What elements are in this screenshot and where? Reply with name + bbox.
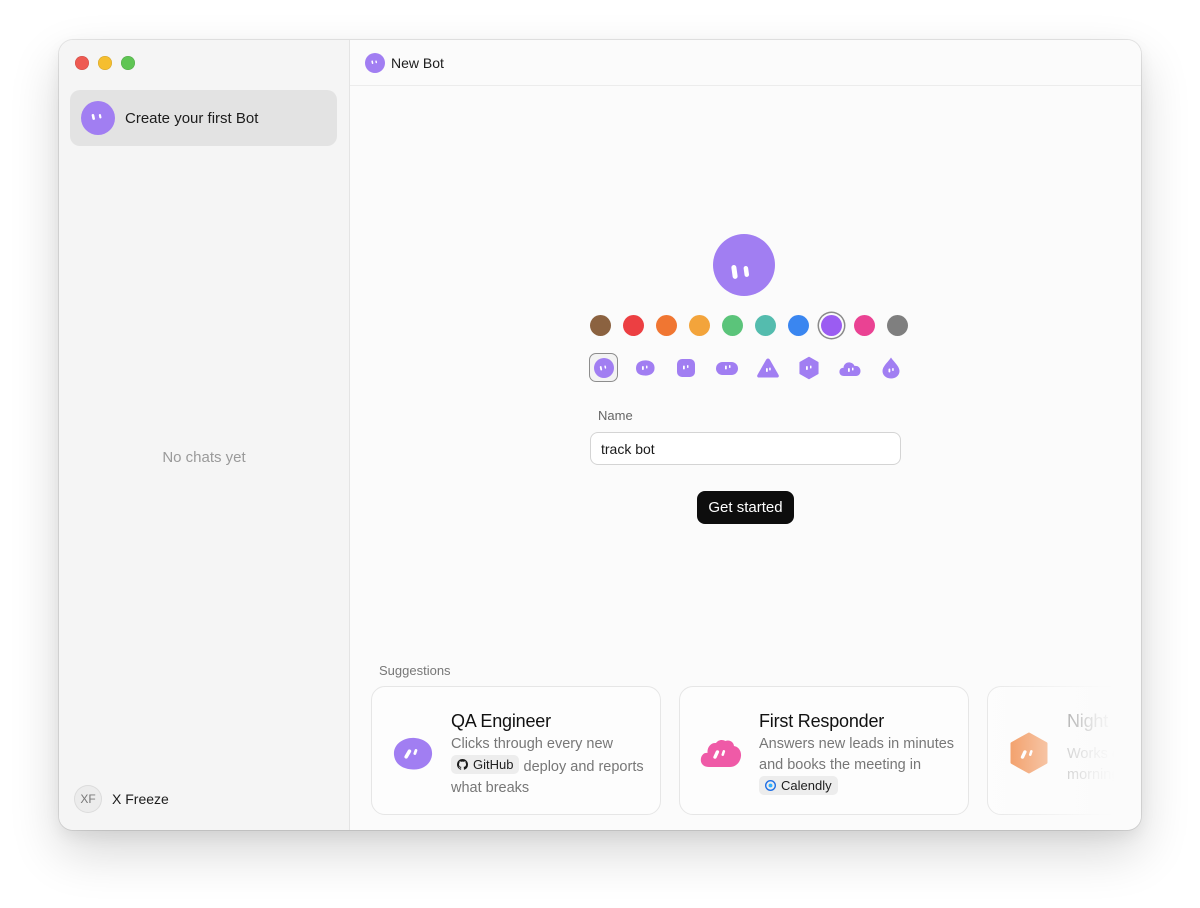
description-text: Clicks through every new bbox=[451, 736, 613, 752]
color-picker bbox=[590, 315, 908, 336]
suggestion-title: First Responder bbox=[759, 711, 885, 731]
app-window: Create your first Bot No chats yet XF X … bbox=[59, 40, 1141, 830]
suggestion-card-qa-engineer[interactable]: QA Engineer Clicks through every new Git… bbox=[371, 686, 661, 815]
suggestion-card-night-shift[interactable]: Night Shift Works overnight so your morn… bbox=[987, 686, 1115, 815]
shape-option-pill[interactable] bbox=[712, 353, 741, 382]
color-swatch-purple[interactable] bbox=[821, 315, 842, 336]
suggestion-description: Works overnight so your morning starts c… bbox=[1067, 746, 1115, 783]
suggestion-title: QA Engineer bbox=[451, 711, 551, 731]
color-swatch-brown[interactable] bbox=[590, 315, 611, 336]
suggestion-card-first-responder[interactable]: First Responder Answers new leads in min… bbox=[679, 686, 969, 815]
hexagon-shape-icon bbox=[798, 356, 819, 379]
maximize-window-button[interactable] bbox=[121, 56, 135, 70]
shape-picker bbox=[589, 353, 905, 382]
shape-option-cloud[interactable] bbox=[835, 353, 864, 382]
suggestions-heading: Suggestions bbox=[379, 663, 451, 678]
empty-chats-text: No chats yet bbox=[162, 449, 246, 466]
bot-avatar-icon bbox=[81, 101, 115, 135]
chip-label: Calendly bbox=[781, 778, 832, 793]
suggestion-title: Night Shift bbox=[1067, 711, 1115, 731]
bot-name-input[interactable] bbox=[590, 432, 901, 465]
color-swatch-amber[interactable] bbox=[689, 315, 710, 336]
shape-option-blob[interactable] bbox=[630, 353, 659, 382]
blob-bot-icon bbox=[393, 737, 433, 770]
color-swatch-green[interactable] bbox=[722, 315, 743, 336]
color-swatch-pink[interactable] bbox=[854, 315, 875, 336]
color-swatch-teal[interactable] bbox=[755, 315, 776, 336]
bot-preview-avatar-icon bbox=[713, 234, 775, 296]
bot-avatar-icon bbox=[365, 52, 385, 73]
color-swatch-gray[interactable] bbox=[887, 315, 908, 336]
chip-label: GitHub bbox=[473, 757, 514, 772]
suggestions-carousel[interactable]: QA Engineer Clicks through every new Git… bbox=[371, 685, 1115, 817]
user-profile[interactable]: XF X Freeze bbox=[74, 785, 169, 813]
shape-option-drop[interactable] bbox=[876, 353, 905, 382]
circle-shape-icon bbox=[593, 357, 614, 378]
drop-shape-icon bbox=[882, 357, 899, 378]
name-field-label: Name bbox=[598, 408, 633, 423]
shape-option-triangle[interactable] bbox=[753, 353, 782, 382]
suggestion-description: Clicks through every new GitHub deploy a… bbox=[451, 734, 647, 799]
get-started-button[interactable]: Get started bbox=[697, 491, 794, 524]
shape-option-circle[interactable] bbox=[589, 353, 618, 382]
sidebar: Create your first Bot No chats yet XF X … bbox=[59, 40, 350, 830]
page-title: New Bot bbox=[391, 54, 444, 71]
hexagon-bot-icon bbox=[1010, 732, 1048, 774]
cloud-bot-icon bbox=[700, 739, 742, 767]
calendly-integration-chip: Calendly bbox=[759, 776, 838, 795]
title-bar: New Bot bbox=[350, 40, 1141, 86]
github-integration-chip: GitHub bbox=[451, 755, 520, 774]
user-avatar: XF bbox=[74, 785, 102, 813]
github-icon bbox=[457, 759, 468, 770]
color-swatch-orange[interactable] bbox=[656, 315, 677, 336]
description-text: Answers new leads in minutes and books t… bbox=[759, 736, 955, 773]
rounded-square-shape-icon bbox=[676, 358, 695, 377]
user-name: X Freeze bbox=[112, 791, 169, 807]
suggestion-description: Answers new leads in minutes and books t… bbox=[759, 734, 955, 799]
pill-shape-icon bbox=[715, 361, 738, 375]
shape-option-rounded-square[interactable] bbox=[671, 353, 700, 382]
color-swatch-blue[interactable] bbox=[788, 315, 809, 336]
calendly-icon bbox=[765, 780, 776, 791]
minimize-window-button[interactable] bbox=[98, 56, 112, 70]
main-panel: New Bot Name track bot Get started Sugge… bbox=[350, 40, 1141, 830]
chat-item-create-first-bot[interactable]: Create your first Bot bbox=[70, 90, 337, 146]
window-controls bbox=[75, 56, 135, 70]
chat-item-label: Create your first Bot bbox=[125, 109, 259, 127]
color-swatch-red[interactable] bbox=[623, 315, 644, 336]
shape-option-hexagon[interactable] bbox=[794, 353, 823, 382]
cloud-shape-icon bbox=[838, 361, 860, 376]
close-window-button[interactable] bbox=[75, 56, 89, 70]
blob-shape-icon bbox=[635, 359, 655, 376]
triangle-shape-icon bbox=[756, 358, 779, 377]
